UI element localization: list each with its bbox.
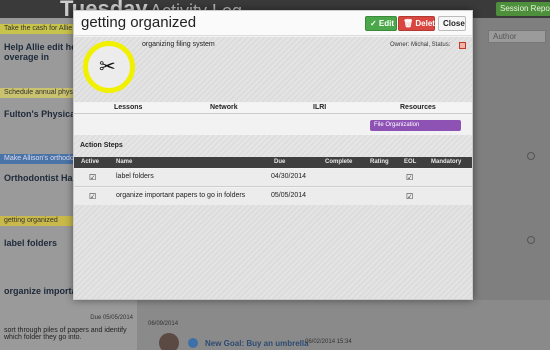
feed-item-date: 06/02/2014 15:34 xyxy=(305,339,352,345)
author-filter[interactable]: Author xyxy=(488,30,546,43)
item-description: sort through piles of papers and identif… xyxy=(4,327,127,341)
resource-link[interactable]: File Organization xyxy=(370,120,461,131)
modal-title: getting organized xyxy=(81,14,197,31)
column-header: Name xyxy=(116,159,133,165)
goal-modal: getting organized ✓ Edit 🗑 Delete Close … xyxy=(73,10,473,300)
action-steps-header: Action Steps xyxy=(74,135,472,157)
step-name[interactable]: organize important papers to go in folde… xyxy=(116,192,245,199)
circle-icon xyxy=(527,152,535,160)
close-button[interactable]: Close xyxy=(438,16,466,31)
tab-resources[interactable]: Resources xyxy=(400,104,436,111)
step-due: 04/30/2014 xyxy=(271,173,307,180)
active-checkbox[interactable]: ☑ xyxy=(89,192,96,201)
table-header: Active Name Due Complete Rating EOL Mand… xyxy=(74,157,472,168)
goal-description: organizing filing system xyxy=(142,41,215,48)
eol-checkbox[interactable]: ☑ xyxy=(406,192,413,201)
eol-checkbox[interactable]: ☑ xyxy=(406,173,413,182)
column-header: Rating xyxy=(370,159,389,165)
active-checkbox[interactable]: ☑ xyxy=(89,173,96,182)
table-row[interactable]: ☑ label folders 04/30/2014 ☑ xyxy=(74,169,472,187)
due-date: Due 05/05/2014 xyxy=(90,315,133,321)
column-header: Due xyxy=(274,159,286,165)
owner-status: Owner: Michal, Status: xyxy=(390,42,451,48)
goal-summary: ✂ organizing filing system Owner: Michal… xyxy=(74,37,472,102)
section-title: Action Steps xyxy=(80,142,123,149)
step-due: 05/05/2014 xyxy=(271,192,307,199)
session-report-button[interactable]: Session Report xyxy=(496,2,550,16)
modal-header: getting organized ✓ Edit 🗑 Delete Close xyxy=(74,11,472,36)
edit-button[interactable]: ✓ Edit xyxy=(365,16,397,31)
status-indicator xyxy=(459,42,466,49)
goal-badge: ✂ xyxy=(83,41,135,93)
table-row[interactable]: ☑ organize important papers to go in fol… xyxy=(74,188,472,206)
column-header: Active xyxy=(81,159,100,165)
tab-ilri[interactable]: ILRI xyxy=(313,104,326,111)
step-name[interactable]: label folders xyxy=(116,173,154,180)
modal-body xyxy=(74,205,472,299)
column-header: Complete xyxy=(325,159,353,165)
column-header: Mandatory xyxy=(431,159,462,165)
feed-item-link[interactable]: New Goal: Buy an umbrella xyxy=(205,339,309,348)
column-header: EOL xyxy=(404,159,417,165)
delete-button[interactable]: 🗑 Delete xyxy=(398,16,439,31)
feed-date: 06/09/2014 xyxy=(148,321,179,327)
tab-bar: Lessons Network ILRI Resources xyxy=(74,103,472,114)
avatar xyxy=(159,333,179,350)
tab-network[interactable]: Network xyxy=(210,104,238,111)
scissors-icon: ✂ xyxy=(99,56,116,78)
goal-icon xyxy=(188,338,198,348)
tab-lessons[interactable]: Lessons xyxy=(114,104,142,111)
circle-icon xyxy=(527,236,535,244)
